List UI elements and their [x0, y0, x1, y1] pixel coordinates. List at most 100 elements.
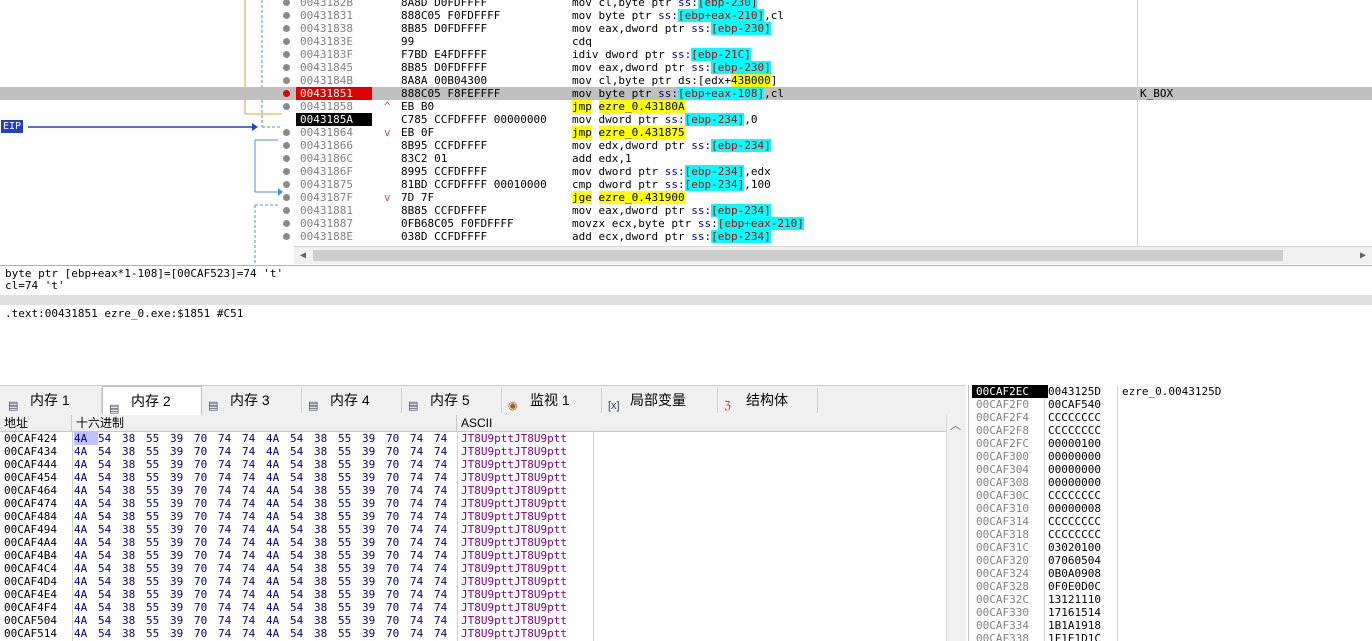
hex-byte[interactable]: 70: [194, 510, 218, 523]
hex-byte[interactable]: 55: [146, 601, 170, 614]
dump-hex-bytes[interactable]: 4A 54 38 55 39 70 74 74 4A 54 38 55 39 70 74 74: [74, 445, 454, 458]
hex-byte[interactable]: 55: [338, 445, 362, 458]
hex-byte[interactable]: 54: [290, 458, 314, 471]
dump-address[interactable]: 00CAF474: [4, 497, 57, 510]
header-address[interactable]: 地址: [0, 415, 72, 431]
hex-byte[interactable]: 74: [218, 575, 242, 588]
hex-byte[interactable]: 55: [338, 458, 362, 471]
hex-byte[interactable]: 38: [122, 627, 146, 640]
stack-row[interactable]: 00CAF310 00000008: [969, 502, 1372, 515]
hex-byte[interactable]: 39: [362, 627, 386, 640]
hex-byte[interactable]: 74: [242, 575, 266, 588]
hex-byte[interactable]: 55: [146, 471, 170, 484]
hex-byte[interactable]: 39: [362, 445, 386, 458]
hex-byte[interactable]: 74: [410, 575, 434, 588]
dump-hex-bytes[interactable]: 4A 54 38 55 39 70 74 74 4A 54 38 55 39 70 74 74: [74, 432, 454, 445]
hex-byte[interactable]: 39: [362, 549, 386, 562]
hex-byte[interactable]: 74: [410, 549, 434, 562]
breakpoint-dot-icon[interactable]: [283, 12, 290, 19]
dump-hex-bytes[interactable]: 4A 54 38 55 39 70 74 74 4A 54 38 55 39 70 74 74: [74, 614, 454, 627]
dump-vertical-scrollbar[interactable]: ︿: [946, 415, 966, 641]
hex-byte[interactable]: 38: [122, 523, 146, 536]
instruction-text[interactable]: idiv dword ptr ss:[ebp-21C]: [572, 48, 751, 61]
hex-byte[interactable]: 38: [314, 575, 338, 588]
hex-byte[interactable]: 4A: [266, 536, 290, 549]
hex-byte[interactable]: 38: [122, 601, 146, 614]
instruction-text[interactable]: movzx ecx,byte ptr ss:[ebp+eax-210]: [572, 217, 804, 230]
hex-byte[interactable]: 74: [218, 588, 242, 601]
instruction-address[interactable]: 0043188E: [296, 230, 372, 243]
hex-byte[interactable]: 54: [98, 445, 122, 458]
stack-row[interactable]: 00CAF2F4 CCCCCCCC: [969, 411, 1372, 424]
hex-byte[interactable]: 39: [362, 614, 386, 627]
breakpoint-dot-icon[interactable]: [283, 51, 290, 58]
hex-byte[interactable]: 39: [362, 588, 386, 601]
instruction-address[interactable]: 0043184B: [296, 74, 372, 87]
hex-byte[interactable]: 54: [290, 445, 314, 458]
dump-ascii[interactable]: JT8U9pttJT8U9ptt: [461, 588, 567, 601]
stack-row[interactable]: 00CAF31C 03020100: [969, 541, 1372, 554]
disassembly-horizontal-scrollbar[interactable]: ◀ ▶: [294, 246, 1372, 264]
dump-ascii[interactable]: JT8U9pttJT8U9ptt: [461, 575, 567, 588]
tab-4[interactable]: ▤ 内存 4: [302, 388, 402, 413]
hex-byte[interactable]: 4A: [74, 432, 98, 445]
hex-byte[interactable]: 70: [194, 458, 218, 471]
hex-byte[interactable]: 74: [434, 588, 458, 601]
hex-byte[interactable]: 70: [194, 445, 218, 458]
instruction-address[interactable]: 0043187F: [296, 191, 372, 204]
dump-hex-bytes[interactable]: 4A 54 38 55 39 70 74 74 4A 54 38 55 39 70 74 74: [74, 588, 454, 601]
hex-byte[interactable]: 55: [146, 614, 170, 627]
stack-address[interactable]: 00CAF324: [972, 567, 1048, 580]
hex-byte[interactable]: 70: [194, 575, 218, 588]
hex-byte[interactable]: 39: [170, 497, 194, 510]
hex-byte[interactable]: 54: [98, 614, 122, 627]
hex-byte[interactable]: 4A: [74, 523, 98, 536]
hex-byte[interactable]: 4A: [266, 549, 290, 562]
instruction-text[interactable]: mov dword ptr ss:[ebp-234],edx: [572, 165, 771, 178]
dump-hex-bytes[interactable]: 4A 54 38 55 39 70 74 74 4A 54 38 55 39 70 74 74: [74, 458, 454, 471]
stack-value[interactable]: CCCCCCCC: [1048, 489, 1101, 502]
dump-hex-bytes[interactable]: 4A 54 38 55 39 70 74 74 4A 54 38 55 39 70 74 74: [74, 562, 454, 575]
dump-ascii[interactable]: JT8U9pttJT8U9ptt: [461, 484, 567, 497]
instruction-address[interactable]: 00431866: [296, 139, 372, 152]
hex-byte[interactable]: 38: [314, 484, 338, 497]
dump-hex-bytes[interactable]: 4A 54 38 55 39 70 74 74 4A 54 38 55 39 70 74 74: [74, 497, 454, 510]
hex-byte[interactable]: 74: [242, 497, 266, 510]
instruction-address[interactable]: 0043186F: [296, 165, 372, 178]
hex-byte[interactable]: 74: [410, 471, 434, 484]
hex-byte[interactable]: 38: [314, 432, 338, 445]
hex-byte[interactable]: 4A: [74, 575, 98, 588]
stack-value[interactable]: CCCCCCCC: [1048, 528, 1101, 541]
stack-value[interactable]: 00CAF540: [1048, 398, 1101, 411]
hex-byte[interactable]: 38: [122, 562, 146, 575]
hex-byte[interactable]: 55: [146, 588, 170, 601]
instruction-address[interactable]: 00431881: [296, 204, 372, 217]
hex-byte[interactable]: 55: [338, 575, 362, 588]
hex-byte[interactable]: 39: [170, 627, 194, 640]
instruction-text[interactable]: mov byte ptr ss:[ebp+eax-108],cl: [572, 87, 784, 100]
header-hex[interactable]: 十六进制: [72, 415, 457, 431]
stack-row[interactable]: 00CAF314 CCCCCCCC: [969, 515, 1372, 528]
instruction-address[interactable]: 00431838: [296, 22, 372, 35]
hex-byte[interactable]: 39: [362, 458, 386, 471]
hex-byte[interactable]: 54: [290, 549, 314, 562]
tab-8[interactable]: ℨ 结构体: [718, 388, 818, 413]
hex-byte[interactable]: 54: [98, 575, 122, 588]
hex-byte[interactable]: 70: [194, 497, 218, 510]
hex-byte[interactable]: 55: [146, 536, 170, 549]
instruction-text[interactable]: jmp ezre_0.431875: [572, 126, 685, 139]
hex-byte[interactable]: 4A: [266, 458, 290, 471]
hex-byte[interactable]: 4A: [266, 445, 290, 458]
hex-byte[interactable]: 4A: [74, 497, 98, 510]
hex-byte[interactable]: 70: [386, 562, 410, 575]
stack-value[interactable]: 00000008: [1048, 502, 1101, 515]
hex-byte[interactable]: 74: [434, 614, 458, 627]
hex-byte[interactable]: 38: [122, 484, 146, 497]
hex-byte[interactable]: 74: [434, 549, 458, 562]
hex-byte[interactable]: 74: [242, 562, 266, 575]
breakpoint-dot-icon[interactable]: [283, 103, 290, 110]
hex-byte[interactable]: 74: [218, 445, 242, 458]
dump-ascii[interactable]: JT8U9pttJT8U9ptt: [461, 562, 567, 575]
hex-byte[interactable]: 4A: [266, 575, 290, 588]
hex-byte[interactable]: 70: [386, 432, 410, 445]
